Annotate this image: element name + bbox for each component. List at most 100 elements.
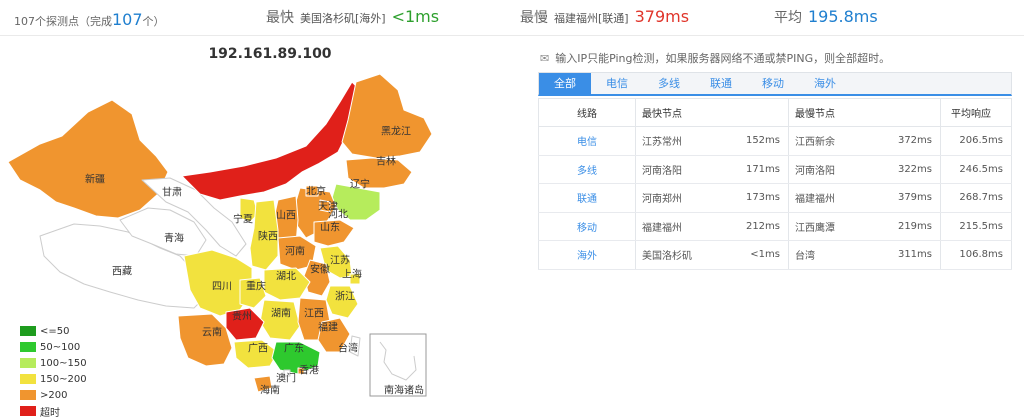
row-fast-node: 河南郑州 xyxy=(635,183,726,213)
row-slow-time: 219ms xyxy=(880,212,941,241)
legend-swatch xyxy=(20,374,36,384)
tab-mobile[interactable]: 移动 xyxy=(747,73,799,95)
row-fast-time: 173ms xyxy=(725,183,789,213)
label-hunan: 湖南 xyxy=(271,308,291,320)
legend-label: <=50 xyxy=(40,325,70,337)
results-table: 线路 最快节点 最慢节点 平均响应 电信 江苏常州 152ms 江西新余 372… xyxy=(538,98,1012,270)
table-row: 电信 江苏常州 152ms 江西新余 372ms 206.5ms xyxy=(538,126,1012,156)
row-fast-node: 福建福州 xyxy=(635,212,726,241)
fastest-label: 最快 xyxy=(266,10,294,26)
row-line-link[interactable]: 联通 xyxy=(538,183,636,213)
label-gansu: 甘肃 xyxy=(162,187,182,199)
row-slow-time: 379ms xyxy=(880,183,941,213)
legend-swatch xyxy=(20,342,36,352)
label-chongqing: 重庆 xyxy=(246,281,266,293)
label-hainan: 海南 xyxy=(260,385,280,397)
row-line-link[interactable]: 移动 xyxy=(538,212,636,241)
legend-item: 150~200 xyxy=(20,372,87,386)
legend-swatch xyxy=(20,406,36,416)
label-xianggang: 香港 xyxy=(299,365,319,377)
province-yunnan[interactable] xyxy=(177,313,233,367)
province-xinjiang[interactable] xyxy=(7,99,169,219)
probe-count-done: 107 xyxy=(112,10,143,29)
legend-item: >200 xyxy=(20,388,87,402)
table-row: 移动 福建福州 212ms 江西鹰潭 219ms 215.5ms xyxy=(538,212,1012,241)
row-slow-node: 江西鹰潭 xyxy=(788,212,881,241)
label-liaoning: 辽宁 xyxy=(350,179,370,191)
row-avg: 206.5ms xyxy=(940,126,1012,156)
table-row: 联通 河南郑州 173ms 福建福州 379ms 268.7ms xyxy=(538,183,1012,213)
row-fast-time: 212ms xyxy=(725,212,789,241)
legend-swatch xyxy=(20,390,36,400)
label-anhui: 安徽 xyxy=(310,264,330,276)
summary-bar: 107个探测点（完成107个） 最快 美国洛杉矶[海外] <1ms 最慢 福建福州[联… xyxy=(0,0,1024,36)
province-heilongjiang[interactable] xyxy=(341,73,433,159)
row-line-link[interactable]: 多线 xyxy=(538,155,636,184)
legend-label: 50~100 xyxy=(40,341,81,353)
tab-telecom[interactable]: 电信 xyxy=(591,73,643,95)
label-ningxia: 宁夏 xyxy=(233,214,253,226)
legend-label: >200 xyxy=(40,389,68,401)
row-line-link[interactable]: 电信 xyxy=(538,126,636,156)
slowest-value: 379ms xyxy=(634,7,690,26)
label-yunnan: 云南 xyxy=(202,327,222,339)
tab-overseas[interactable]: 海外 xyxy=(799,73,851,95)
tab-multiline[interactable]: 多线 xyxy=(643,73,695,95)
table-row: 海外 美国洛杉矶 <1ms 台湾 311ms 106.8ms xyxy=(538,240,1012,270)
legend-label: 超时 xyxy=(40,407,60,419)
label-henan: 河南 xyxy=(285,246,305,258)
tab-all[interactable]: 全部 xyxy=(539,73,591,95)
probe-count: 107个探测点（完成107个） xyxy=(14,10,165,29)
label-guangxi: 广西 xyxy=(248,343,268,355)
average-value: 195.8ms xyxy=(808,7,878,26)
legend-item: <=50 xyxy=(20,324,87,338)
label-qinghai: 青海 xyxy=(164,233,184,245)
average-summary: 平均 195.8ms xyxy=(774,7,878,27)
legend-item: 100~150 xyxy=(20,356,87,370)
slowest-summary: 最慢 福建福州[联通] 379ms xyxy=(520,7,689,27)
row-avg: 215.5ms xyxy=(940,212,1012,241)
label-jiangsu: 江苏 xyxy=(330,255,350,267)
province-neimenggu[interactable] xyxy=(181,81,365,201)
row-slow-node: 江西新余 xyxy=(788,126,881,156)
label-jilin: 吉林 xyxy=(376,156,396,168)
label-shandong: 山东 xyxy=(320,222,340,234)
row-line-link[interactable]: 海外 xyxy=(538,240,636,270)
row-fast-node: 江苏常州 xyxy=(635,126,726,156)
row-slow-node: 台湾 xyxy=(788,240,881,270)
row-fast-time: 152ms xyxy=(725,126,789,156)
header-slowest: 最慢节点 xyxy=(788,98,941,127)
fastest-node: 美国洛杉矶[海外] xyxy=(300,12,386,25)
slowest-node: 福建福州[联通] xyxy=(554,12,629,25)
average-label: 平均 xyxy=(774,10,802,26)
label-taiwan: 台湾 xyxy=(338,343,358,355)
map-legend: <=50 50~100 100~150 150~200 >200 超时 xyxy=(20,324,87,420)
label-sichuan: 四川 xyxy=(212,281,232,293)
label-tianjin: 天津 xyxy=(318,201,338,213)
label-hubei: 湖北 xyxy=(276,271,296,283)
legend-item: 超时 xyxy=(20,404,87,419)
speaker-icon: ✉ xyxy=(540,52,550,65)
label-nanhai: 南海诸岛 xyxy=(384,385,424,397)
row-fast-node: 河南洛阳 xyxy=(635,155,726,184)
label-xizang: 西藏 xyxy=(112,266,132,278)
header-fastest: 最快节点 xyxy=(635,98,789,127)
label-zhejiang: 浙江 xyxy=(335,291,355,303)
legend-label: 150~200 xyxy=(40,373,87,385)
label-beijing: 北京 xyxy=(306,186,326,198)
legend-item: 50~100 xyxy=(20,340,87,354)
legend-swatch xyxy=(20,326,36,336)
tab-unicom[interactable]: 联通 xyxy=(695,73,747,95)
row-fast-time: <1ms xyxy=(725,240,789,270)
legend-swatch xyxy=(20,358,36,368)
fastest-value: <1ms xyxy=(391,7,440,26)
ping-notice: ✉ 输入IP只能Ping检测，如果服务器网络不通或禁PING，则全部超时。 xyxy=(540,52,891,65)
label-xinjiang: 新疆 xyxy=(85,174,105,186)
slowest-label: 最慢 xyxy=(520,10,548,26)
row-slow-time: 372ms xyxy=(880,126,941,156)
header-line: 线路 xyxy=(538,98,636,127)
label-guangdong: 广东 xyxy=(284,343,304,355)
row-slow-time: 322ms xyxy=(880,155,941,184)
header-avg: 平均响应 xyxy=(940,98,1012,127)
row-avg: 268.7ms xyxy=(940,183,1012,213)
